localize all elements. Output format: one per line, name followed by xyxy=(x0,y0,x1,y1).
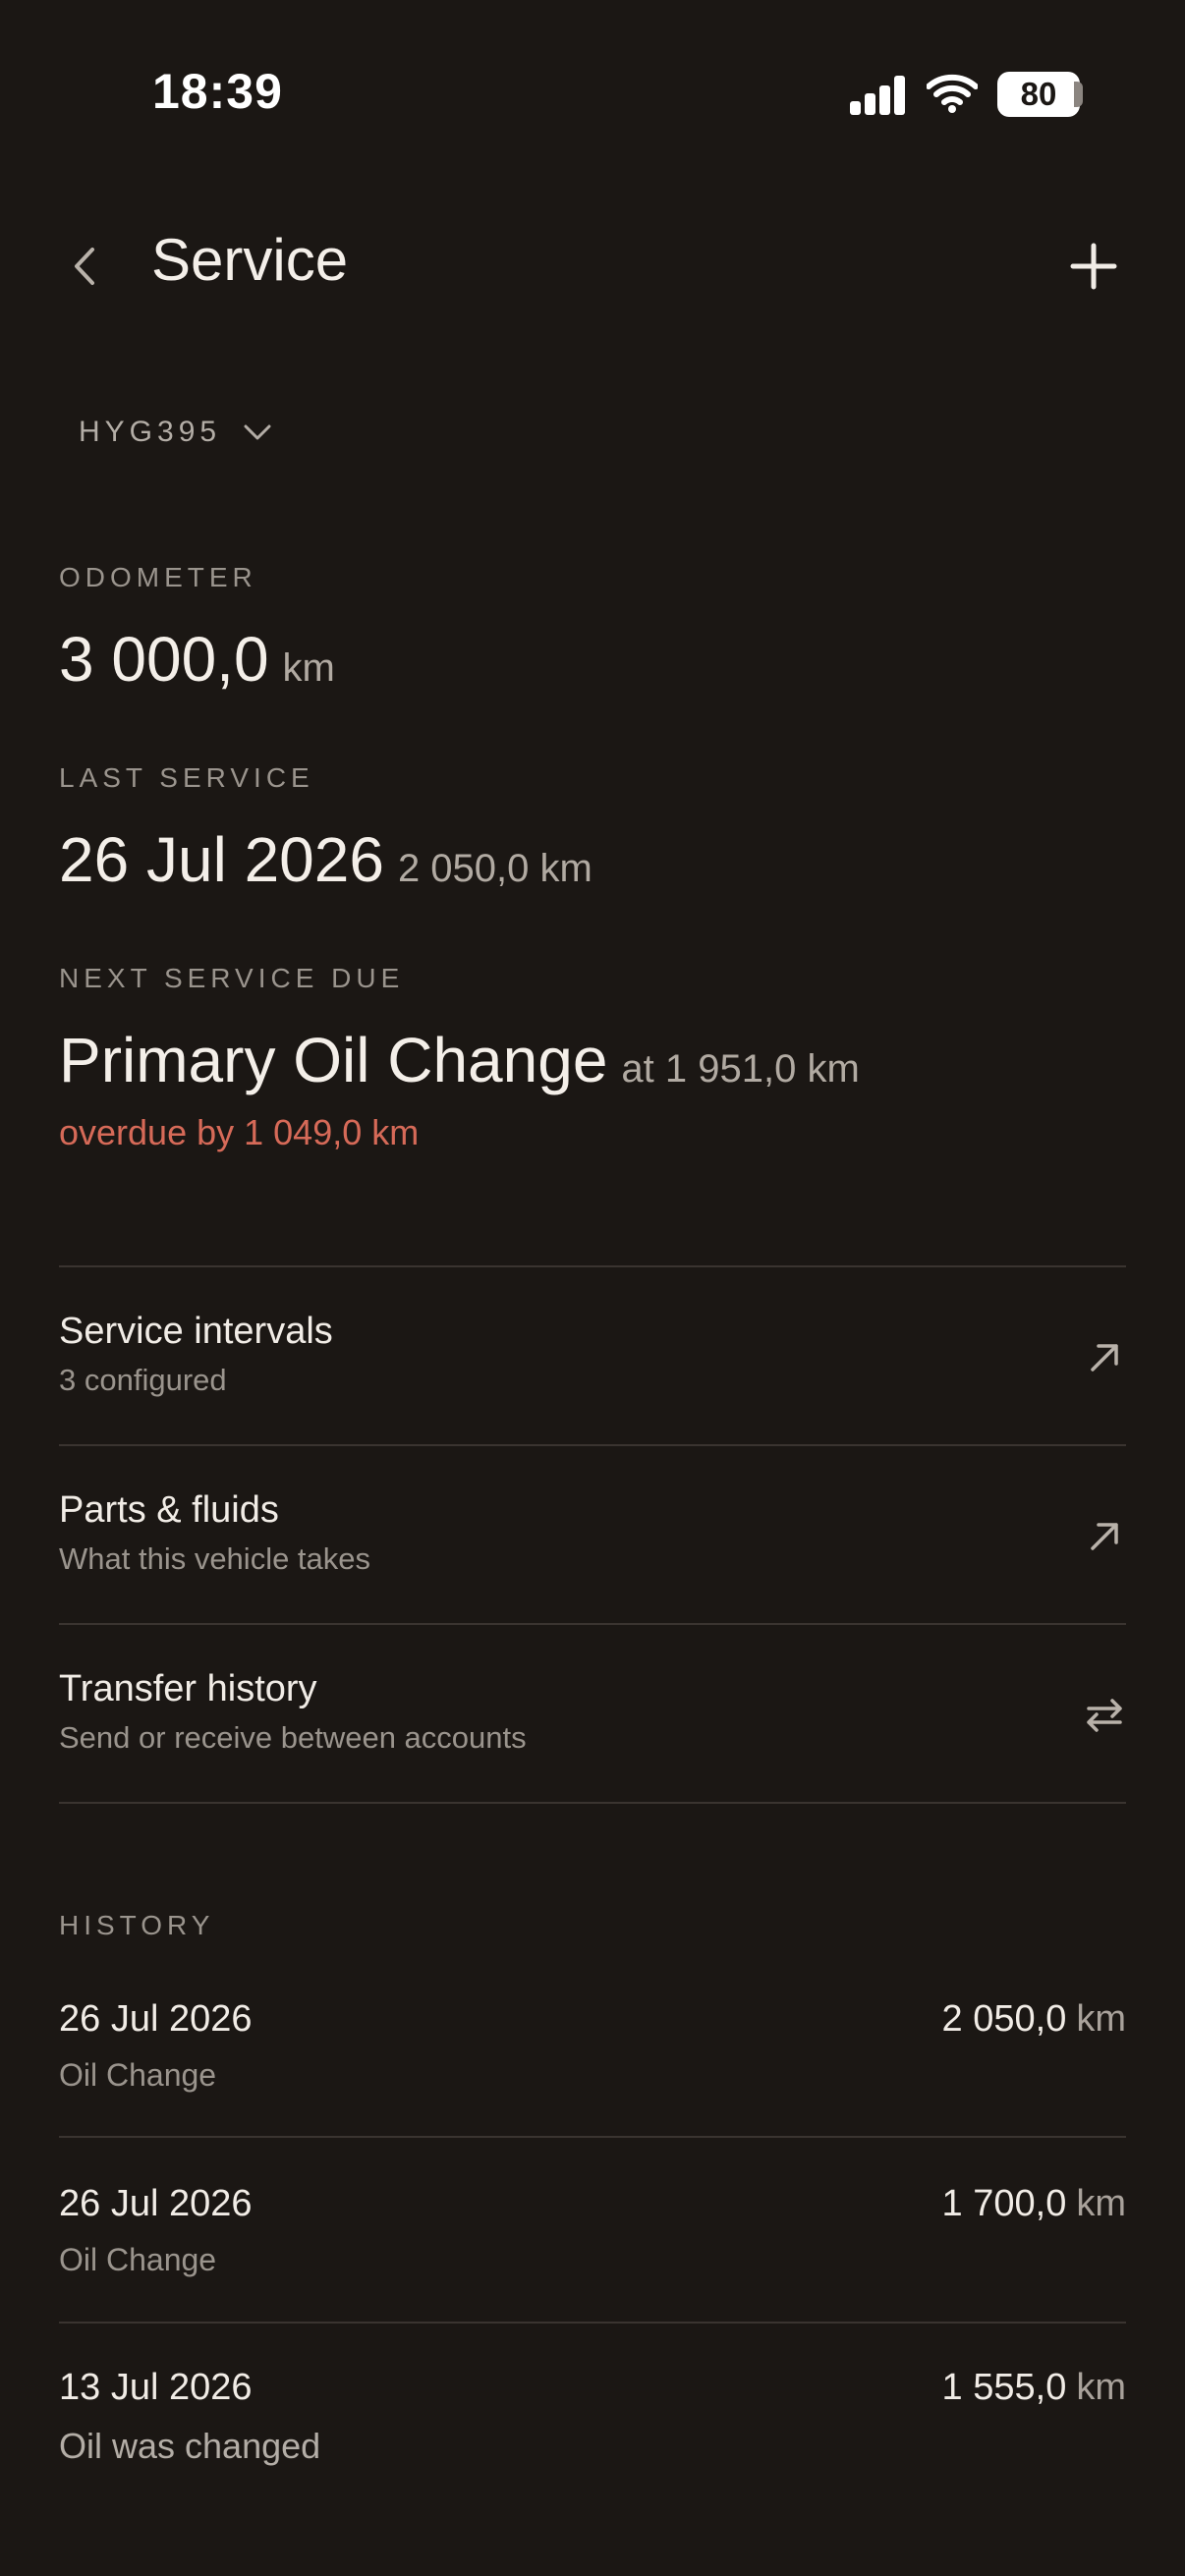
history-note: Oil was changed xyxy=(59,2426,321,2466)
link-subtitle: Send or receive between accounts xyxy=(59,1720,527,1755)
link-subtitle: What this vehicle takes xyxy=(59,1541,371,1576)
history-date: 13 Jul 2026 xyxy=(59,2367,253,2408)
link-title: Service intervals xyxy=(59,1311,333,1352)
odometer-label: ODOMETER xyxy=(59,562,257,592)
back-chevron-icon[interactable] xyxy=(55,232,114,301)
history-km-unit: km xyxy=(1076,1998,1126,2040)
history-date: 26 Jul 2026 xyxy=(59,1998,253,2040)
overdue-warning: overdue by 1 049,0 km xyxy=(59,1112,420,1152)
transfer-history-link[interactable]: Transfer history Send or receive between… xyxy=(59,1625,1126,1802)
history-note: Oil Change xyxy=(59,2242,217,2277)
history-km-value: 2 050,0 xyxy=(941,1998,1067,2040)
link-title: Transfer history xyxy=(59,1668,317,1709)
history-row[interactable]: 13 Jul 2026 Oil was changed 1 555,0 km xyxy=(0,2324,1185,2481)
last-service-km: 2 050,0 km xyxy=(397,847,592,890)
link-title: Parts & fluids xyxy=(59,1489,279,1531)
wifi-icon xyxy=(927,74,978,113)
parts-fluids-link[interactable]: Parts & fluids What this vehicle takes xyxy=(59,1446,1126,1623)
next-service-at: at 1 951,0 km xyxy=(621,1047,860,1091)
history-km: 1 700,0 km xyxy=(942,2183,1126,2225)
history-note: Oil Change xyxy=(59,2057,217,2093)
next-service-label: NEXT SERVICE DUE xyxy=(59,963,405,993)
odometer-value: 3 000,0 xyxy=(59,624,269,695)
last-service-label: LAST SERVICE xyxy=(59,762,314,793)
odometer-reading: 3 000,0 km xyxy=(59,623,335,696)
history-km-unit: km xyxy=(1076,2367,1126,2408)
cellular-signal-icon xyxy=(850,76,907,115)
vehicle-selector[interactable]: HYG395 xyxy=(79,411,272,454)
history-km-value: 1 555,0 xyxy=(941,2367,1067,2408)
last-service-row: 26 Jul 2026 2 050,0 km xyxy=(59,823,592,896)
battery-indicator: 80 xyxy=(997,72,1080,117)
chevron-down-icon xyxy=(244,424,271,440)
divider xyxy=(59,1802,1126,1804)
service-intervals-link[interactable]: Service intervals 3 configured xyxy=(59,1267,1126,1444)
link-subtitle: 3 configured xyxy=(59,1363,227,1397)
history-km-value: 1 700,0 xyxy=(941,2183,1067,2224)
next-service-name: Primary Oil Change xyxy=(59,1025,608,1095)
add-icon[interactable] xyxy=(1059,232,1128,301)
page-title: Service xyxy=(151,227,349,293)
history-date: 26 Jul 2026 xyxy=(59,2183,253,2224)
last-service-date: 26 Jul 2026 xyxy=(59,824,384,895)
status-time: 18:39 xyxy=(152,64,283,119)
arrow-up-right-icon xyxy=(1091,1523,1118,1550)
transfer-arrows-icon xyxy=(1087,1699,1122,1732)
history-km-unit: km xyxy=(1076,2183,1126,2224)
history-km: 2 050,0 km xyxy=(942,1998,1126,2041)
arrow-up-right-icon xyxy=(1091,1344,1118,1372)
history-label: HISTORY xyxy=(59,1910,215,1940)
odometer-unit: km xyxy=(282,646,335,690)
history-km: 1 555,0 km xyxy=(942,2367,1126,2409)
vehicle-plate: HYG395 xyxy=(79,416,222,448)
history-row[interactable]: 26 Jul 2026 Oil Change 2 050,0 km xyxy=(0,1975,1185,2136)
next-service-row: Primary Oil Change at 1 951,0 km xyxy=(59,1024,860,1096)
history-row[interactable]: 26 Jul 2026 Oil Change 1 700,0 km xyxy=(0,2138,1185,2323)
battery-cap xyxy=(1074,82,1083,107)
